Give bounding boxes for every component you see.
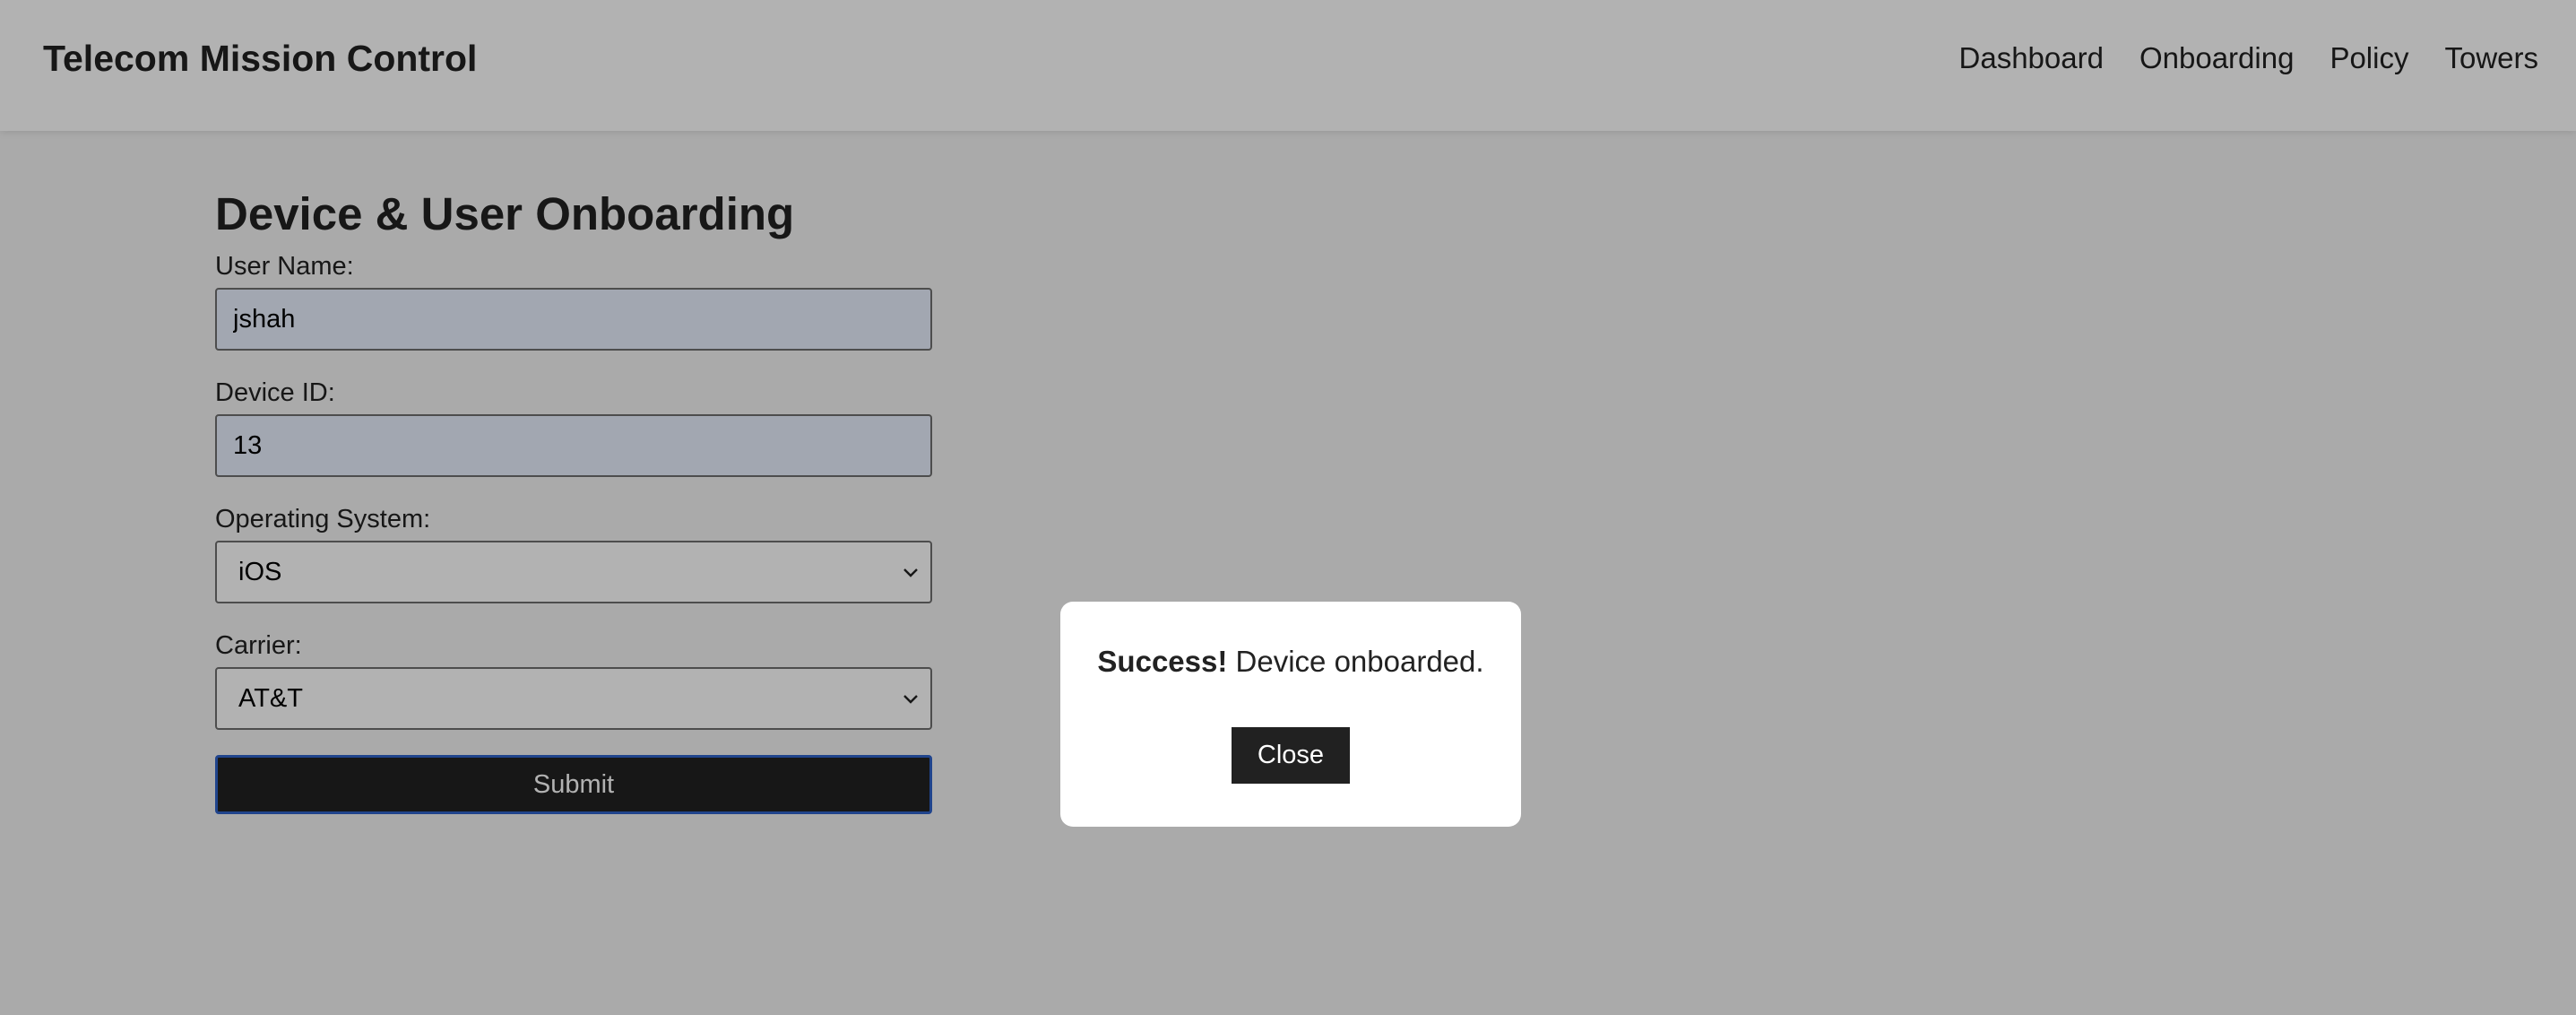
success-message: Success! Device onboarded. xyxy=(1060,641,1521,682)
success-modal: Success! Device onboarded. Close xyxy=(1060,602,1521,827)
success-text: Device onboarded. xyxy=(1227,645,1484,678)
close-button[interactable]: Close xyxy=(1232,727,1350,784)
modal-overlay[interactable] xyxy=(0,0,2576,1015)
success-status: Success! xyxy=(1097,645,1228,678)
